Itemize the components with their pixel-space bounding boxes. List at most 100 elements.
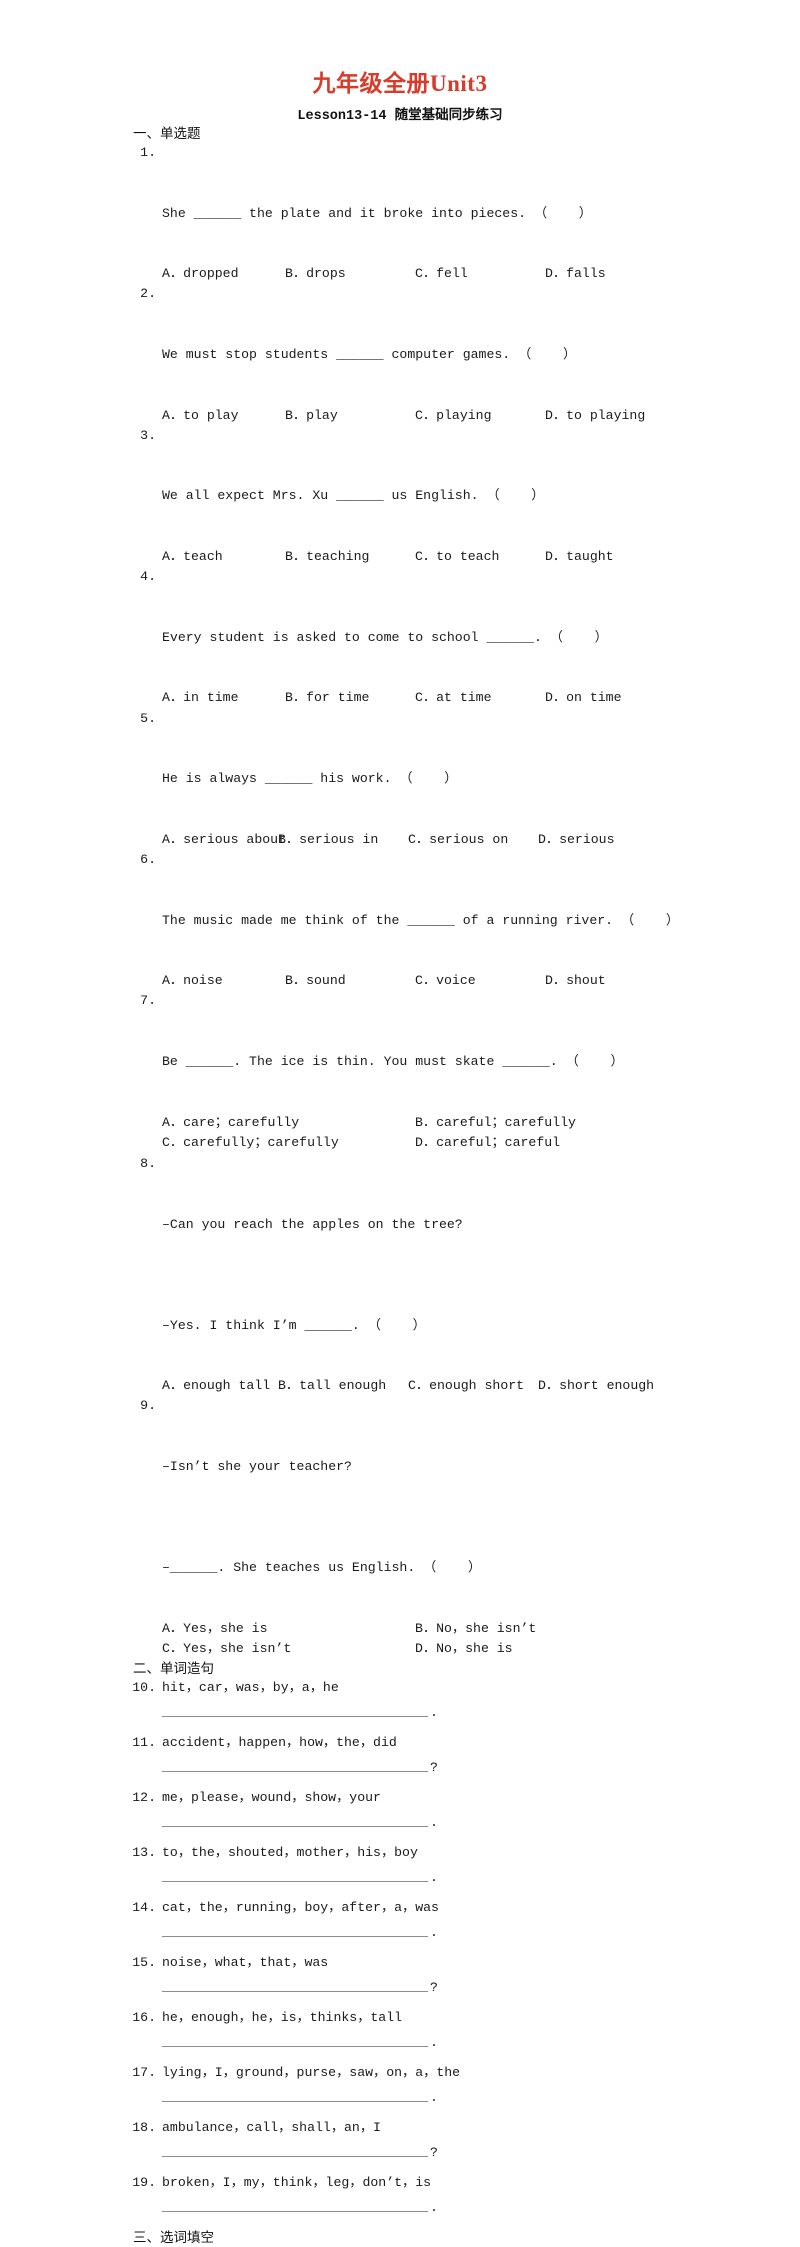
answer-underline[interactable] — [162, 2211, 428, 2213]
option-a[interactable]: A．serious about — [162, 830, 286, 850]
option-a[interactable]: A．noise — [162, 971, 223, 991]
option-d[interactable]: D．taught — [545, 547, 614, 567]
option-b[interactable]: B．serious in — [278, 830, 378, 850]
answer-blank-13[interactable]: . — [128, 1865, 668, 1898]
option-c[interactable]: C．carefully；carefully — [162, 1133, 339, 1153]
option-b[interactable]: B．teaching — [285, 547, 369, 567]
option-a[interactable]: A．to play — [162, 406, 239, 426]
answer-blank-16[interactable]: . — [128, 2030, 668, 2063]
options-row-6: A．noise B．sound C．voice D．shout — [128, 971, 668, 991]
question-number: 6. — [140, 852, 156, 868]
answer-blank-18[interactable]: ? — [128, 2140, 668, 2173]
answer-punctuation: . — [430, 2200, 438, 2216]
question-number: 1. — [140, 145, 156, 160]
answer-underline[interactable] — [162, 1716, 428, 1718]
answer-underline[interactable] — [162, 1826, 428, 1828]
option-c[interactable]: C．fell — [415, 264, 468, 284]
option-c[interactable]: C．voice — [415, 971, 476, 991]
answer-blank-11[interactable]: ? — [128, 1755, 668, 1788]
options-row-4: A．in time B．for time C．at time D．on time — [128, 688, 668, 708]
question-stem: We all expect Mrs. Xu ______ us English.… — [162, 488, 545, 504]
word-order-item-13: 13. to，the，shouted，mother，his，boy — [128, 1843, 668, 1865]
answer-punctuation: . — [430, 1925, 438, 1941]
option-d[interactable]: D．careful；careful — [415, 1133, 560, 1153]
answer-underline[interactable] — [162, 1771, 428, 1773]
options-row-2: A．to play B．play C．playing D．to playing — [128, 406, 668, 426]
question-1: 1. She ______ the plate and it broke int… — [128, 143, 668, 264]
option-a[interactable]: A．dropped — [162, 264, 239, 284]
options-row-7a: A．care；carefully B．careful；carefully — [128, 1113, 668, 1133]
item-words: to，the，shouted，mother，his，boy — [162, 1845, 418, 1861]
option-a[interactable]: A．in time — [162, 688, 239, 708]
question-9-line2: –______. She teaches us English. （ ） — [128, 1518, 668, 1619]
page-title: 九年级全册Unit3 — [312, 71, 488, 96]
question-stem-line2: –Yes. I think I’m ______. （ ） — [162, 1317, 426, 1333]
option-d[interactable]: D．to playing — [545, 406, 645, 426]
option-a[interactable]: A．enough tall — [162, 1376, 270, 1396]
question-8-line2: –Yes. I think I’m ______. （ ） — [128, 1275, 668, 1376]
option-a[interactable]: A．Yes，she is — [162, 1619, 268, 1639]
option-c[interactable]: C．playing — [415, 406, 492, 426]
option-c[interactable]: C．to teach — [415, 547, 499, 567]
item-number: 11. — [132, 1735, 156, 1751]
word-order-item-16: 16. he，enough，he，is，thinks，tall — [128, 2008, 668, 2030]
options-row-8: A．enough tall B．tall enough C．enough sho… — [128, 1376, 668, 1396]
question-2: 2. We must stop students ______ computer… — [128, 284, 668, 405]
word-order-item-18: 18. ambulance，call，shall，an，I — [128, 2118, 668, 2140]
options-row-9b: C．Yes，she isn’t D．No，she is — [128, 1639, 668, 1659]
option-c[interactable]: C．at time — [415, 688, 492, 708]
question-stem: Every student is asked to come to school… — [162, 629, 608, 645]
answer-underline[interactable] — [162, 1991, 428, 1993]
option-b[interactable]: B．drops — [285, 264, 346, 284]
question-3: 3. We all expect Mrs. Xu ______ us Engli… — [128, 426, 668, 547]
question-stem: She ______ the plate and it broke into p… — [162, 205, 592, 221]
options-row-5: A．serious about B．serious in C．serious o… — [128, 830, 668, 850]
option-d[interactable]: D．serious — [538, 830, 615, 850]
option-c[interactable]: C．serious on — [408, 830, 508, 850]
answer-blank-14[interactable]: . — [128, 1920, 668, 1953]
option-a[interactable]: A．teach — [162, 547, 223, 567]
answer-underline[interactable] — [162, 1881, 428, 1883]
option-d[interactable]: D．No，she is — [415, 1639, 513, 1659]
question-stem: He is always ______ his work. （ ） — [162, 771, 458, 787]
answer-blank-17[interactable]: . — [128, 2085, 668, 2118]
answer-underline[interactable] — [162, 2046, 428, 2048]
question-number: 3. — [140, 427, 156, 443]
question-number: 8. — [140, 1156, 156, 1172]
item-words: noise，what，that，was — [162, 1955, 329, 1971]
word-order-item-15: 15. noise，what，that，was — [128, 1953, 668, 1975]
answer-underline[interactable] — [162, 2101, 428, 2103]
document-body: 一、单选题 1. She ______ the plate and it bro… — [128, 124, 679, 2247]
answer-blank-12[interactable]: . — [128, 1810, 668, 1843]
option-b[interactable]: B．play — [285, 406, 338, 426]
option-d[interactable]: D．on time — [545, 688, 622, 708]
answer-blank-15[interactable]: ? — [128, 1975, 668, 2008]
option-b[interactable]: B．No，she isn’t — [415, 1619, 536, 1639]
option-c[interactable]: C．enough short — [408, 1376, 524, 1396]
word-order-item-17: 17. lying，I，ground，purse，saw，on，a，the — [128, 2063, 668, 2085]
answer-blank-19[interactable]: . — [128, 2195, 668, 2228]
question-6: 6. The music made me think of the ______… — [128, 850, 679, 971]
option-b[interactable]: B．tall enough — [278, 1376, 386, 1396]
word-order-item-14: 14. cat，the，running，boy，after，a，was — [128, 1898, 668, 1920]
page-subtitle: Lesson13-14 随堂基础同步练习 — [297, 109, 503, 124]
question-8: 8. –Can you reach the apples on the tree… — [128, 1154, 668, 1275]
option-a[interactable]: A．care；carefully — [162, 1113, 299, 1133]
option-d[interactable]: D．short enough — [538, 1376, 654, 1396]
question-number: 4. — [140, 569, 156, 585]
answer-blank-10[interactable]: . — [128, 1700, 668, 1733]
option-c[interactable]: C．Yes，she isn’t — [162, 1639, 291, 1659]
option-b[interactable]: B．for time — [285, 688, 369, 708]
option-b[interactable]: B．careful；carefully — [415, 1113, 576, 1133]
option-d[interactable]: D．shout — [545, 971, 606, 991]
option-d[interactable]: D．falls — [545, 264, 606, 284]
option-b[interactable]: B．sound — [285, 971, 346, 991]
item-words: lying，I，ground，purse，saw，on，a，the — [162, 2065, 461, 2081]
options-row-9a: A．Yes，she is B．No，she isn’t — [128, 1619, 668, 1639]
item-number: 12. — [132, 1790, 156, 1806]
answer-underline[interactable] — [162, 1936, 428, 1938]
answer-underline[interactable] — [162, 2156, 428, 2158]
question-stem: –Can you reach the apples on the tree? — [162, 1216, 463, 1232]
section-heading-3: 三、选词填空 — [133, 2230, 214, 2246]
item-number: 14. — [132, 1900, 156, 1916]
